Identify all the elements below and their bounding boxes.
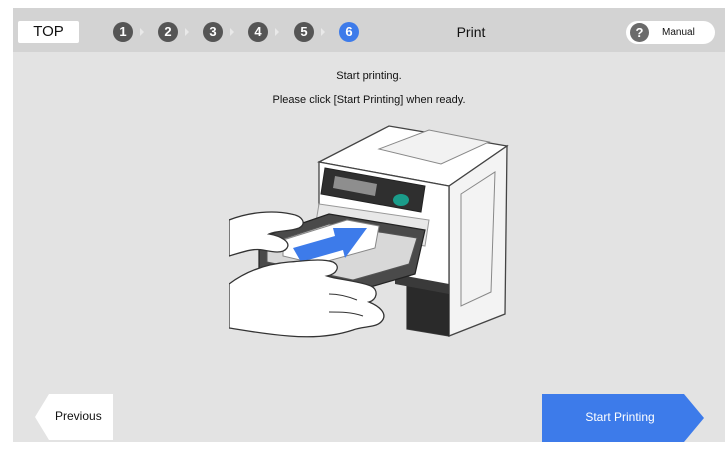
page-title: Print: [456, 24, 486, 40]
start-printing-label: Start Printing: [585, 410, 655, 424]
instruction-line-2: Please click [Start Printing] when ready…: [272, 94, 466, 106]
previous-button[interactable]: Previous: [35, 394, 113, 440]
step-separator-icon: [275, 28, 279, 36]
print-screen: TOP 1 2 3 4 5 6 Print ? Manual Start pri…: [13, 8, 725, 442]
printer-illustration-icon: [228, 125, 509, 338]
previous-label: Previous: [55, 409, 102, 423]
step-2: 2: [158, 22, 178, 42]
step-3: 3: [203, 22, 223, 42]
printer-loading-illustration: [228, 124, 509, 351]
step-4: 4: [248, 22, 268, 42]
step-6-active: 6: [339, 22, 359, 42]
step-5: 5: [294, 22, 314, 42]
start-printing-button[interactable]: Start Printing: [542, 394, 704, 442]
manual-label: Manual: [662, 27, 695, 38]
step-separator-icon: [321, 28, 325, 36]
step-separator-icon: [185, 28, 189, 36]
instruction-line-1: Start printing.: [336, 70, 402, 82]
top-button[interactable]: TOP: [18, 21, 79, 43]
manual-button[interactable]: ? Manual: [626, 21, 715, 44]
header-bar: TOP 1 2 3 4 5 6 Print ? Manual: [13, 8, 725, 52]
step-separator-icon: [140, 28, 144, 36]
step-1: 1: [113, 22, 133, 42]
help-icon: ?: [630, 23, 649, 42]
step-separator-icon: [230, 28, 234, 36]
